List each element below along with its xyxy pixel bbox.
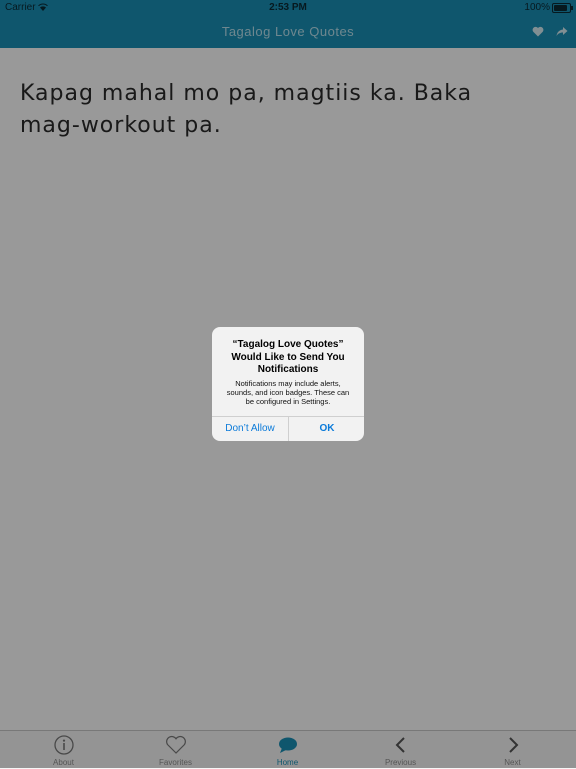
alert-message: Notifications may include alerts, sounds… — [226, 379, 350, 406]
dont-allow-button[interactable]: Don’t Allow — [212, 417, 288, 441]
alert-title: “Tagalog Love Quotes” Would Like to Send… — [231, 339, 345, 375]
notification-permission-alert: “Tagalog Love Quotes” Would Like to Send… — [212, 327, 364, 441]
ok-button[interactable]: OK — [289, 417, 364, 441]
